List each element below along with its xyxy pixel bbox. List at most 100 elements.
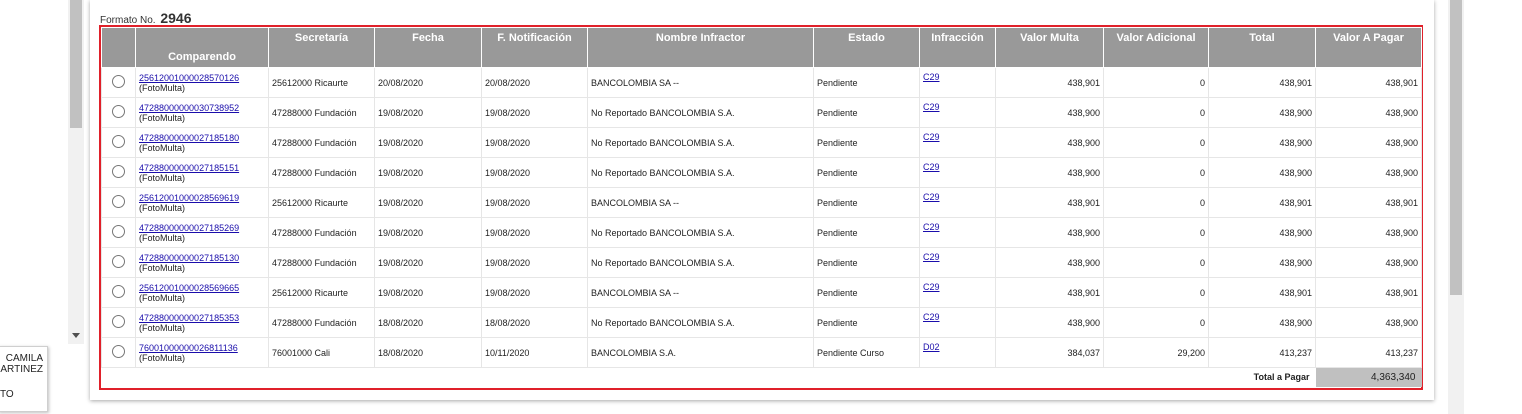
valor-multa-cell: 438,900: [995, 97, 1104, 128]
header-estado[interactable]: Estado: [813, 27, 920, 68]
valor-adicional-cell: 0: [1103, 247, 1209, 278]
scroll-down-arrow-icon[interactable]: [72, 333, 80, 338]
header-infractor[interactable]: Nombre Infractor: [587, 27, 814, 68]
header-valor-adicional[interactable]: Valor Adicional: [1103, 27, 1209, 68]
header-comparendo[interactable]: Comparendo: [135, 27, 269, 68]
header-notificacion[interactable]: F. Notificación: [481, 27, 588, 68]
page-scrollbar-thumb[interactable]: [1450, 0, 1462, 295]
comparendo-link[interactable]: 47288000000027185151: [139, 163, 265, 173]
valor-multa-cell: 438,901: [995, 277, 1104, 308]
row-select-cell[interactable]: [101, 337, 136, 368]
row-select-cell[interactable]: [101, 217, 136, 248]
row-radio-button[interactable]: [112, 315, 125, 328]
comparendo-link[interactable]: 47288000000027185353: [139, 313, 265, 323]
row-select-cell[interactable]: [101, 97, 136, 128]
infraccion-link[interactable]: C29: [923, 312, 940, 322]
comparendo-type: (FotoMulta): [139, 262, 186, 273]
total-cell: 438,901: [1208, 277, 1316, 308]
valor-pagar-cell: 438,900: [1315, 217, 1422, 248]
infraccion-link[interactable]: D02: [923, 342, 940, 352]
row-radio-button[interactable]: [112, 255, 125, 268]
table-row[interactable]: 47288000000027185353 (FotoMulta) 47288000 …: [101, 307, 1422, 338]
row-radio-button[interactable]: [112, 135, 125, 148]
infraccion-link[interactable]: C29: [923, 252, 940, 262]
header-infraccion[interactable]: Infracción: [919, 27, 996, 68]
table-row[interactable]: 76001000000026811136 (FotoMulta) 76001000 …: [101, 337, 1422, 368]
valor-pagar-cell: 438,901: [1315, 67, 1422, 98]
infraccion-link[interactable]: C29: [923, 132, 940, 142]
estado-cell: Pendiente: [813, 307, 920, 338]
valor-adicional-cell: 29,200: [1103, 337, 1209, 368]
table-row[interactable]: 25612001000028570126 (FotoMulta) 25612000 …: [101, 67, 1422, 98]
infraccion-link[interactable]: C29: [923, 162, 940, 172]
estado-cell: Pendiente Curso: [813, 337, 920, 368]
valor-pagar-cell: 438,900: [1315, 307, 1422, 338]
valor-pagar-cell: 438,900: [1315, 247, 1422, 278]
fecha-cell: 18/08/2020: [374, 337, 482, 368]
infractor-cell: No Reportado BANCOLOMBIA S.A.: [587, 97, 814, 128]
valor-multa-cell: 438,901: [995, 187, 1104, 218]
infraccion-link[interactable]: C29: [923, 72, 940, 82]
infraccion-cell: D02: [919, 337, 996, 368]
page-scrollbar[interactable]: [1448, 0, 1464, 414]
table-row[interactable]: 47288000000027185151 (FotoMulta) 47288000 …: [101, 157, 1422, 188]
table-row[interactable]: 25612001000028569665 (FotoMulta) 25612000 …: [101, 277, 1422, 308]
row-select-cell[interactable]: [101, 157, 136, 188]
frame-scrollbar[interactable]: [68, 0, 84, 344]
table-row[interactable]: 25612001000028569619 (FotoMulta) 25612000 …: [101, 187, 1422, 218]
valor-multa-cell: 438,900: [995, 247, 1104, 278]
row-radio-button[interactable]: [112, 105, 125, 118]
comparendo-link[interactable]: 76001000000026811136: [139, 343, 265, 353]
comparendo-type: (FotoMulta): [139, 112, 186, 123]
header-total[interactable]: Total: [1208, 27, 1316, 68]
row-radio-button[interactable]: [112, 345, 125, 358]
row-select-cell[interactable]: [101, 247, 136, 278]
secretaria-cell: 25612000 Ricaurte: [268, 277, 375, 308]
comparendo-type: (FotoMulta): [139, 142, 186, 153]
row-radio-button[interactable]: [112, 75, 125, 88]
row-select-cell[interactable]: [101, 307, 136, 338]
header-valor-multa[interactable]: Valor Multa: [995, 27, 1104, 68]
infraccion-link[interactable]: C29: [923, 222, 940, 232]
fecha-cell: 18/08/2020: [374, 307, 482, 338]
comparendo-link[interactable]: 25612001000028569619: [139, 193, 265, 203]
user-menu-item[interactable]: TO: [0, 389, 14, 400]
row-radio-button[interactable]: [112, 195, 125, 208]
row-select-cell[interactable]: [101, 67, 136, 98]
row-select-cell[interactable]: [101, 277, 136, 308]
comparendo-link[interactable]: 25612001000028569665: [139, 283, 265, 293]
fecha-cell: 19/08/2020: [374, 97, 482, 128]
table-row[interactable]: 47288000000030738952 (FotoMulta) 47288000 …: [101, 97, 1422, 128]
formato-number: 2946: [160, 10, 192, 26]
valor-multa-cell: 438,900: [995, 157, 1104, 188]
comparendo-link[interactable]: 25612001000028570126: [139, 73, 265, 83]
infraccion-link[interactable]: C29: [923, 282, 940, 292]
row-select-cell[interactable]: [101, 187, 136, 218]
secretaria-cell: 25612000 Ricaurte: [268, 187, 375, 218]
infraccion-link[interactable]: C29: [923, 192, 940, 202]
total-cell: 438,900: [1208, 127, 1316, 158]
table-row[interactable]: 47288000000027185269 (FotoMulta) 47288000 …: [101, 217, 1422, 248]
row-select-cell[interactable]: [101, 127, 136, 158]
frame-scrollbar-thumb[interactable]: [70, 0, 82, 128]
header-secretaria[interactable]: Secretaría: [268, 27, 375, 68]
infractor-cell: No Reportado BANCOLOMBIA S.A.: [587, 157, 814, 188]
comparendo-type: (FotoMulta): [139, 82, 186, 93]
infraccion-link[interactable]: C29: [923, 102, 940, 112]
notificacion-cell: 19/08/2020: [481, 277, 588, 308]
table-row[interactable]: 47288000000027185180 (FotoMulta) 47288000 …: [101, 127, 1422, 158]
valor-adicional-cell: 0: [1103, 217, 1209, 248]
row-radio-button[interactable]: [112, 225, 125, 238]
comparendo-link[interactable]: 47288000000030738952: [139, 103, 265, 113]
header-valor-pagar[interactable]: Valor A Pagar: [1315, 27, 1422, 68]
infraccion-cell: C29: [919, 157, 996, 188]
comparendo-link[interactable]: 47288000000027185130: [139, 253, 265, 263]
table-row[interactable]: 47288000000027185130 (FotoMulta) 47288000 …: [101, 247, 1422, 278]
comparendo-link[interactable]: 47288000000027185180: [139, 133, 265, 143]
comparendo-link[interactable]: 47288000000027185269: [139, 223, 265, 233]
row-radio-button[interactable]: [112, 165, 125, 178]
valor-adicional-cell: 0: [1103, 307, 1209, 338]
row-radio-button[interactable]: [112, 285, 125, 298]
header-fecha[interactable]: Fecha: [374, 27, 482, 68]
valor-pagar-cell: 413,237: [1315, 337, 1422, 368]
